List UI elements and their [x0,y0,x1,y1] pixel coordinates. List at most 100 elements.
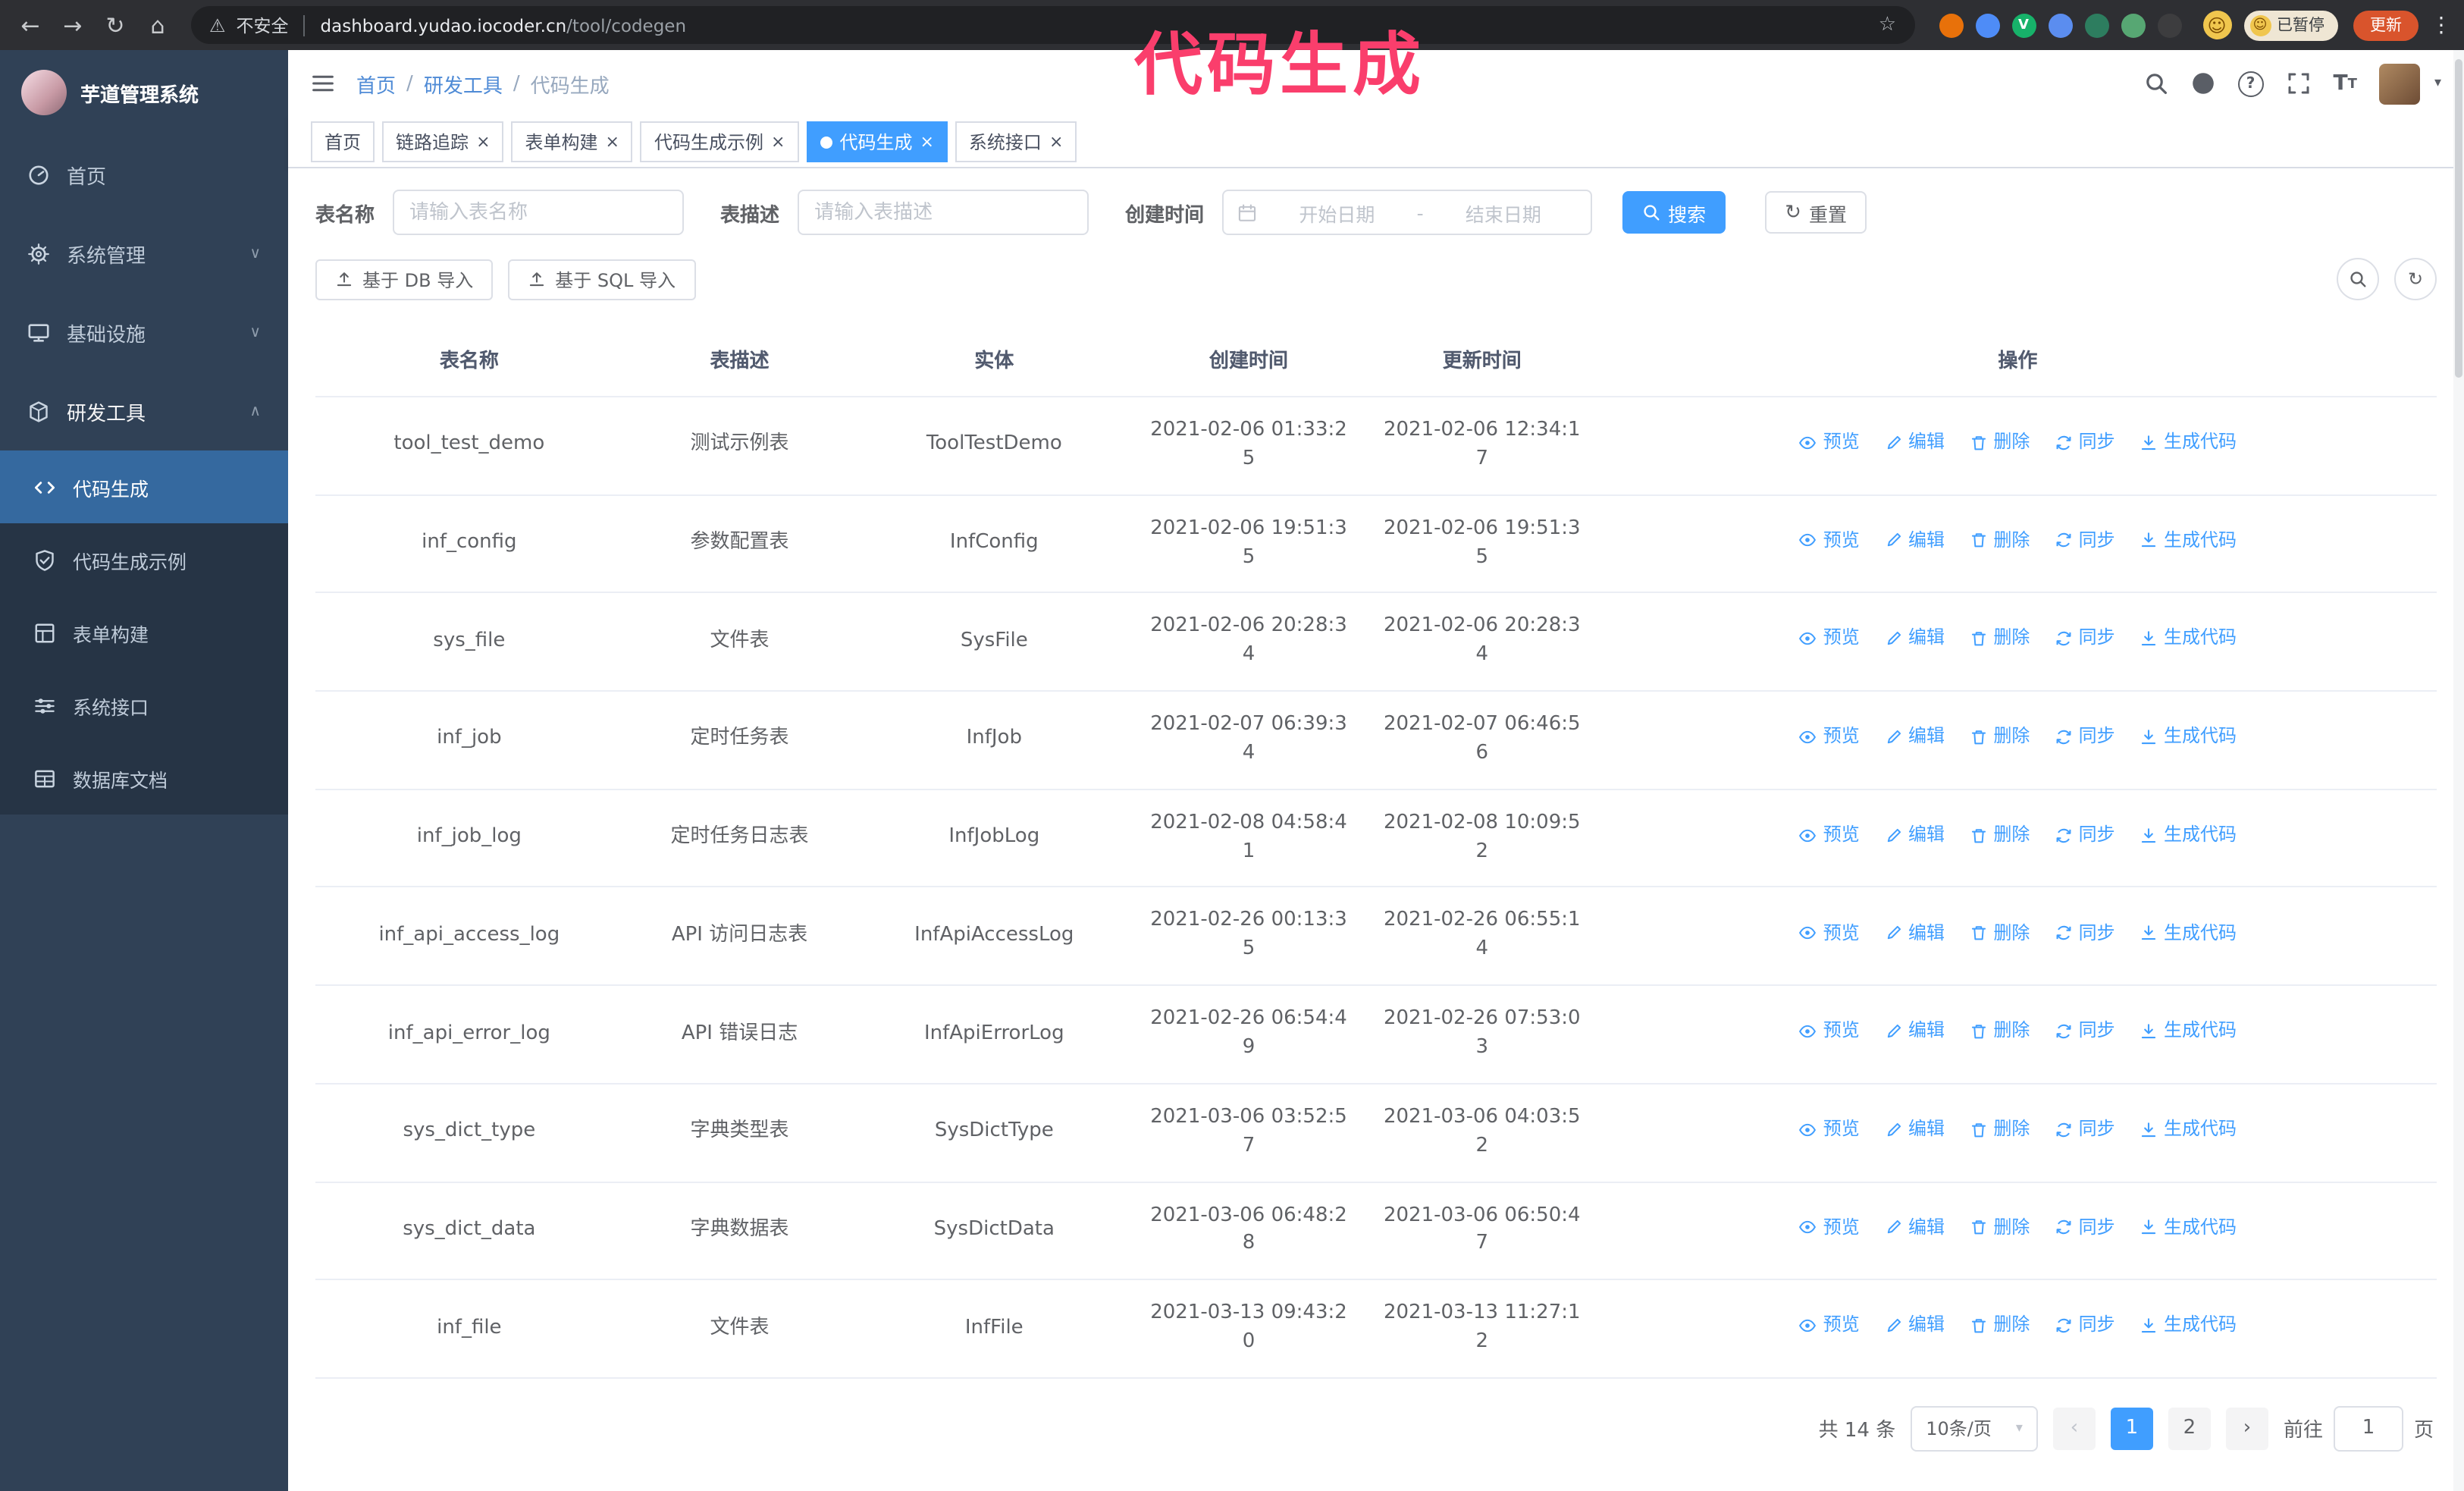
sync-link[interactable]: 同步 [2055,724,2115,750]
tab-codegen[interactable]: 代码生成 × [806,121,948,162]
breadcrumb-item[interactable]: 首页 [356,69,396,98]
import-sql-button[interactable]: 基于 SQL 导入 [508,259,695,300]
preview-link[interactable]: 预览 [1799,822,1860,849]
extension-icon[interactable] [2084,13,2108,37]
preview-link[interactable]: 预览 [1799,1018,1860,1044]
import-db-button[interactable]: 基于 DB 导入 [315,259,494,300]
delete-link[interactable]: 删除 [1969,1116,2030,1143]
preview-link[interactable]: 预览 [1799,429,1860,456]
sync-link[interactable]: 同步 [2055,1313,2115,1339]
edit-link[interactable]: 编辑 [1884,822,1945,849]
sidebar-item-home[interactable]: 首页 [0,135,288,214]
sidebar-item-codegen-example[interactable]: 代码生成示例 [0,523,288,596]
delete-link[interactable]: 删除 [1969,1313,2030,1339]
delete-link[interactable]: 删除 [1969,724,2030,750]
table-name-input[interactable] [393,190,685,235]
sidebar-item-codegen[interactable]: 代码生成 [0,450,288,523]
edit-link[interactable]: 编辑 [1884,1116,1945,1143]
delete-link[interactable]: 删除 [1969,626,2030,652]
caret-down-icon[interactable]: ▾ [2434,76,2441,91]
sync-link[interactable]: 同步 [2055,1116,2115,1143]
home-icon[interactable]: ⌂ [140,7,176,43]
page-size-select[interactable]: 10条/页 ▾ [1911,1405,2038,1452]
end-date-placeholder[interactable]: 结束日期 [1430,198,1578,227]
sync-link[interactable]: 同步 [2055,822,2115,849]
extension-icon[interactable] [1975,13,1999,37]
generate-code-link[interactable]: 生成代码 [2140,429,2237,456]
extension-icon[interactable]: V [2011,13,2036,37]
sync-link[interactable]: 同步 [2055,626,2115,652]
preview-link[interactable]: 预览 [1799,626,1860,652]
preview-link[interactable]: 预览 [1799,1313,1860,1339]
font-size-icon[interactable]: TT [2334,73,2357,94]
sync-link[interactable]: 同步 [2055,1214,2115,1241]
search-icon[interactable] [2144,71,2168,96]
close-icon[interactable]: × [476,133,490,150]
github-icon[interactable] [2191,71,2215,96]
preview-link[interactable]: 预览 [1799,724,1860,750]
security-label[interactable]: 不安全 [237,13,289,37]
edit-link[interactable]: 编辑 [1884,1214,1945,1241]
page-scrollbar[interactable] [2453,50,2464,1491]
generate-code-link[interactable]: 生成代码 [2140,1116,2237,1143]
sidebar-item-form-build[interactable]: 表单构建 [0,596,288,669]
sidebar-logo[interactable]: 芋道管理系统 [0,50,288,135]
toggle-search-button[interactable] [2337,258,2379,300]
generate-code-link[interactable]: 生成代码 [2140,920,2237,946]
forward-icon[interactable]: → [55,7,91,43]
generate-code-link[interactable]: 生成代码 [2140,822,2237,849]
edit-link[interactable]: 编辑 [1884,920,1945,946]
preview-link[interactable]: 预览 [1799,920,1860,946]
delete-link[interactable]: 删除 [1969,528,2030,554]
delete-link[interactable]: 删除 [1969,920,2030,946]
preview-link[interactable]: 预览 [1799,528,1860,554]
generate-code-link[interactable]: 生成代码 [2140,626,2237,652]
tab-form-build[interactable]: 表单构建 × [511,121,633,162]
close-icon[interactable]: × [920,133,933,150]
preview-link[interactable]: 预览 [1799,1214,1860,1241]
search-button[interactable]: 搜索 [1622,191,1726,234]
preview-link[interactable]: 预览 [1799,1116,1860,1143]
date-range-picker[interactable]: 开始日期 - 结束日期 [1222,190,1593,235]
delete-link[interactable]: 删除 [1969,1214,2030,1241]
generate-code-link[interactable]: 生成代码 [2140,1018,2237,1044]
edit-link[interactable]: 编辑 [1884,1313,1945,1339]
sidebar-item-db-doc[interactable]: 数据库文档 [0,742,288,815]
tab-codegen-example[interactable]: 代码生成示例 × [640,121,799,162]
fullscreen-icon[interactable] [2287,71,2311,96]
generate-code-link[interactable]: 生成代码 [2140,528,2237,554]
extension-icon[interactable] [2121,13,2145,37]
generate-code-link[interactable]: 生成代码 [2140,1214,2237,1241]
close-icon[interactable]: × [606,133,619,150]
address-bar[interactable]: ⚠ 不安全 dashboard.yudao.iocoder.cn/tool/co… [191,6,1914,44]
delete-link[interactable]: 删除 [1969,429,2030,456]
url-text[interactable]: dashboard.yudao.iocoder.cn/tool/codegen [321,14,687,36]
close-icon[interactable]: × [1049,133,1063,150]
extension-icon[interactable] [2048,13,2072,37]
close-icon[interactable]: × [771,133,785,150]
sync-link[interactable]: 同步 [2055,920,2115,946]
sidebar-item-api[interactable]: 系统接口 [0,669,288,742]
edit-link[interactable]: 编辑 [1884,724,1945,750]
sync-link[interactable]: 同步 [2055,528,2115,554]
browser-menu-icon[interactable]: ⋮ [2431,13,2452,37]
sync-link[interactable]: 同步 [2055,1018,2115,1044]
extension-icon[interactable] [1939,13,1963,37]
breadcrumb-item[interactable]: 研发工具 [424,69,503,98]
delete-link[interactable]: 删除 [1969,822,2030,849]
browser-update-button[interactable]: 更新 [2353,10,2419,40]
goto-page-input[interactable] [2333,1405,2403,1452]
breadcrumb-item[interactable]: 代码生成 [531,69,610,98]
start-date-placeholder[interactable]: 开始日期 [1263,198,1411,227]
sync-link[interactable]: 同步 [2055,429,2115,456]
generate-code-link[interactable]: 生成代码 [2140,1313,2237,1339]
reset-button[interactable]: ↻ 重置 [1765,191,1867,234]
edit-link[interactable]: 编辑 [1884,1018,1945,1044]
user-avatar[interactable] [2379,63,2421,104]
tab-trace[interactable]: 链路追踪 × [382,121,504,162]
sidebar-item-system[interactable]: 系统管理 ∨ [0,214,288,293]
edit-link[interactable]: 编辑 [1884,528,1945,554]
bookmark-star-icon[interactable]: ☆ [1879,14,1896,36]
reload-icon[interactable]: ↻ [97,7,133,43]
delete-link[interactable]: 删除 [1969,1018,2030,1044]
